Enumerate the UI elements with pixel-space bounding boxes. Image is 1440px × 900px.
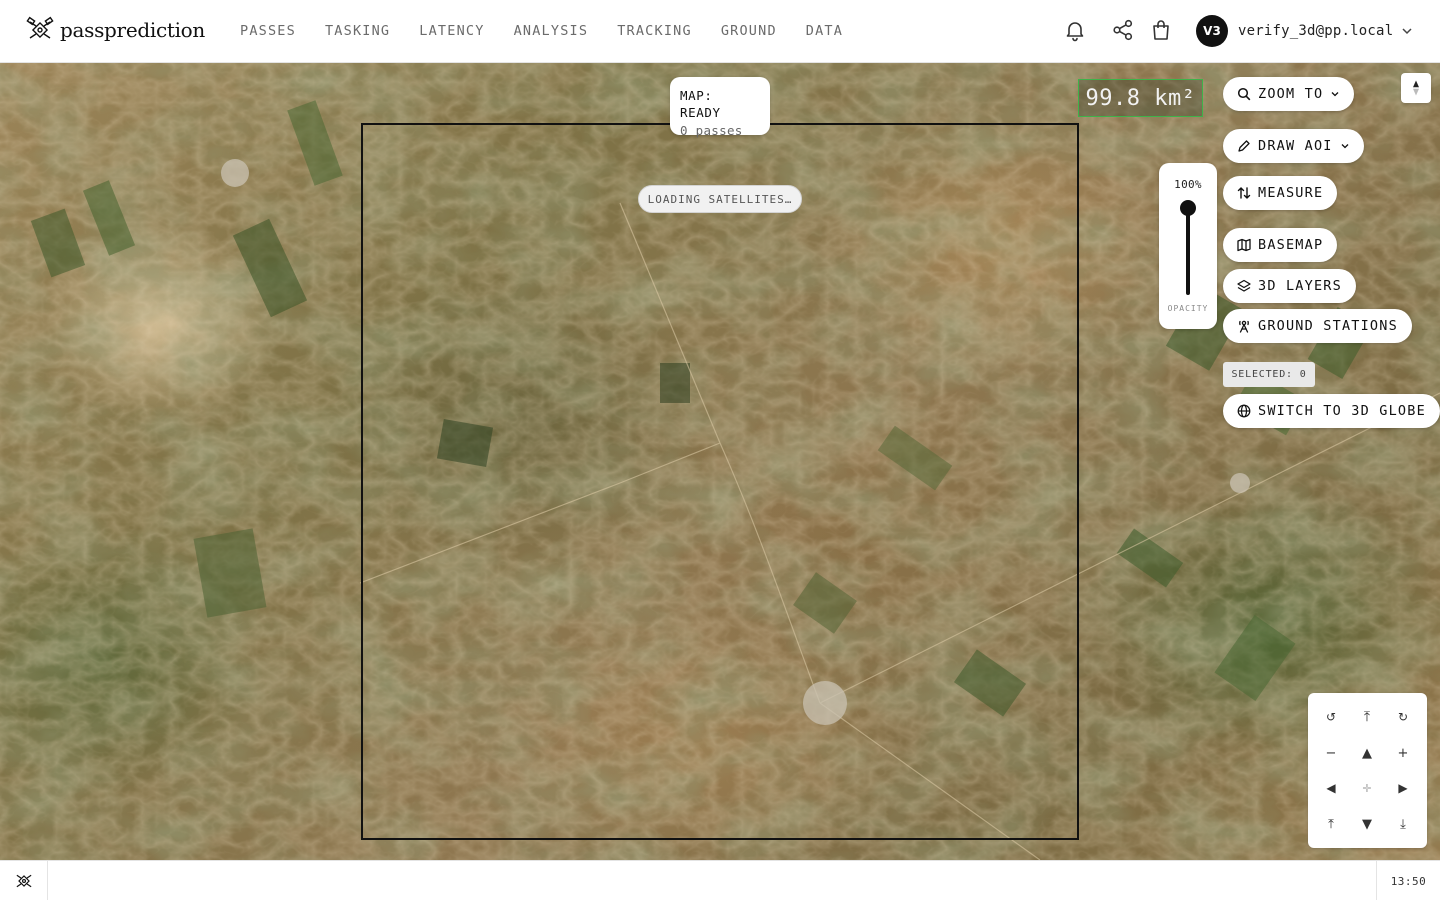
map-navigation-pad: ↺ ⤒ ↻ − ▲ + ◀ ✛ ▶ ⤒ ▼ ⤓: [1308, 693, 1427, 848]
nav-ground[interactable]: GROUND: [721, 22, 777, 40]
pencil-icon: [1237, 139, 1251, 153]
switch-3d-globe-button[interactable]: SWITCH TO 3D GLOBE: [1223, 394, 1440, 428]
measure-button[interactable]: MEASURE: [1223, 176, 1338, 210]
switch-3d-globe-label: SWITCH TO 3D GLOBE: [1258, 403, 1426, 419]
bell-icon[interactable]: [1063, 18, 1087, 42]
globe-icon: [1237, 404, 1251, 418]
basemap-button[interactable]: BASEMAP: [1223, 228, 1338, 262]
map-canvas[interactable]: MAP: READY 0 passes LOADING SATELLITES… …: [0, 63, 1440, 860]
3d-layers-label: 3D LAYERS: [1258, 278, 1342, 294]
aoi-area-readout: 99.8 km²: [1078, 79, 1203, 117]
pitch-down-icon[interactable]: ⤓: [1388, 809, 1418, 839]
opacity-slider-panel: 100% OPACITY: [1159, 163, 1217, 329]
opacity-track[interactable]: [1186, 207, 1190, 295]
top-bar: passprediction PASSES TASKING LATENCY AN…: [0, 0, 1440, 63]
measure-arrows-icon: [1237, 186, 1251, 200]
main-nav: PASSES TASKING LATENCY ANALYSIS TRACKING…: [240, 22, 872, 40]
nav-passes[interactable]: PASSES: [240, 22, 296, 40]
nav-analysis[interactable]: ANALYSIS: [514, 22, 589, 40]
ground-stations-button[interactable]: GROUND STATIONS: [1223, 309, 1412, 343]
opacity-value: 100%: [1174, 178, 1202, 191]
zoom-in-icon[interactable]: +: [1388, 738, 1418, 768]
chevron-down-icon: [1340, 141, 1350, 151]
ground-stations-label: GROUND STATIONS: [1258, 318, 1398, 334]
app-logo[interactable]: passprediction: [26, 16, 205, 44]
tilt-up-icon[interactable]: ⤒: [1352, 702, 1382, 732]
nav-data[interactable]: DATA: [806, 22, 843, 40]
aoi-rectangle[interactable]: [361, 123, 1079, 840]
pan-down-icon[interactable]: ▼: [1352, 809, 1382, 839]
user-email: verify_3d@pp.local: [1238, 23, 1394, 39]
satellite-logo-icon: [26, 16, 54, 44]
loading-indicator: LOADING SATELLITES…: [638, 185, 802, 213]
chevron-down-icon: [1330, 89, 1340, 99]
nav-latency[interactable]: LATENCY: [419, 22, 484, 40]
status-bar: 13:50: [0, 860, 1440, 900]
pan-up-icon[interactable]: ▲: [1352, 738, 1382, 768]
shopping-bag-icon[interactable]: [1149, 18, 1173, 42]
map-status-title: MAP: READY: [680, 88, 721, 120]
avatar: V3: [1196, 15, 1228, 47]
selected-count-badge: SELECTED: 0: [1223, 362, 1315, 387]
pitch-up-icon[interactable]: ⤒: [1316, 809, 1346, 839]
zoom-to-label: ZOOM TO: [1258, 86, 1324, 102]
pan-left-icon[interactable]: ◀: [1316, 773, 1346, 803]
layers-icon: [1237, 279, 1251, 293]
3d-layers-button[interactable]: 3D LAYERS: [1223, 269, 1356, 303]
map-icon: [1237, 238, 1251, 252]
satellite-logo-icon[interactable]: [0, 861, 48, 900]
center-icon[interactable]: ✛: [1352, 773, 1382, 803]
zoom-out-icon[interactable]: −: [1316, 738, 1346, 768]
search-icon: [1237, 87, 1251, 101]
basemap-label: BASEMAP: [1258, 237, 1324, 253]
rotate-left-icon[interactable]: ↺: [1316, 702, 1346, 732]
share-icon[interactable]: [1111, 18, 1135, 42]
user-menu[interactable]: V3 verify_3d@pp.local: [1196, 15, 1413, 47]
draw-aoi-label: DRAW AOI: [1258, 138, 1333, 154]
measure-label: MEASURE: [1258, 185, 1324, 201]
clock-time: 13:50: [1376, 861, 1440, 900]
pan-right-icon[interactable]: ▶: [1388, 773, 1418, 803]
rotate-right-icon[interactable]: ↻: [1388, 702, 1418, 732]
draw-aoi-button[interactable]: DRAW AOI: [1223, 129, 1364, 163]
chevron-down-icon: [1401, 25, 1413, 37]
nav-tracking[interactable]: TRACKING: [617, 22, 692, 40]
pass-count: 0 passes: [680, 123, 743, 138]
compass-icon[interactable]: [1401, 73, 1431, 103]
opacity-label: OPACITY: [1167, 304, 1209, 313]
opacity-thumb[interactable]: [1180, 200, 1196, 216]
zoom-to-button[interactable]: ZOOM TO: [1223, 77, 1355, 111]
nav-tasking[interactable]: TASKING: [325, 22, 390, 40]
antenna-icon: [1237, 319, 1251, 333]
app-name: passprediction: [60, 18, 206, 42]
map-status-card: MAP: READY 0 passes: [670, 77, 770, 138]
